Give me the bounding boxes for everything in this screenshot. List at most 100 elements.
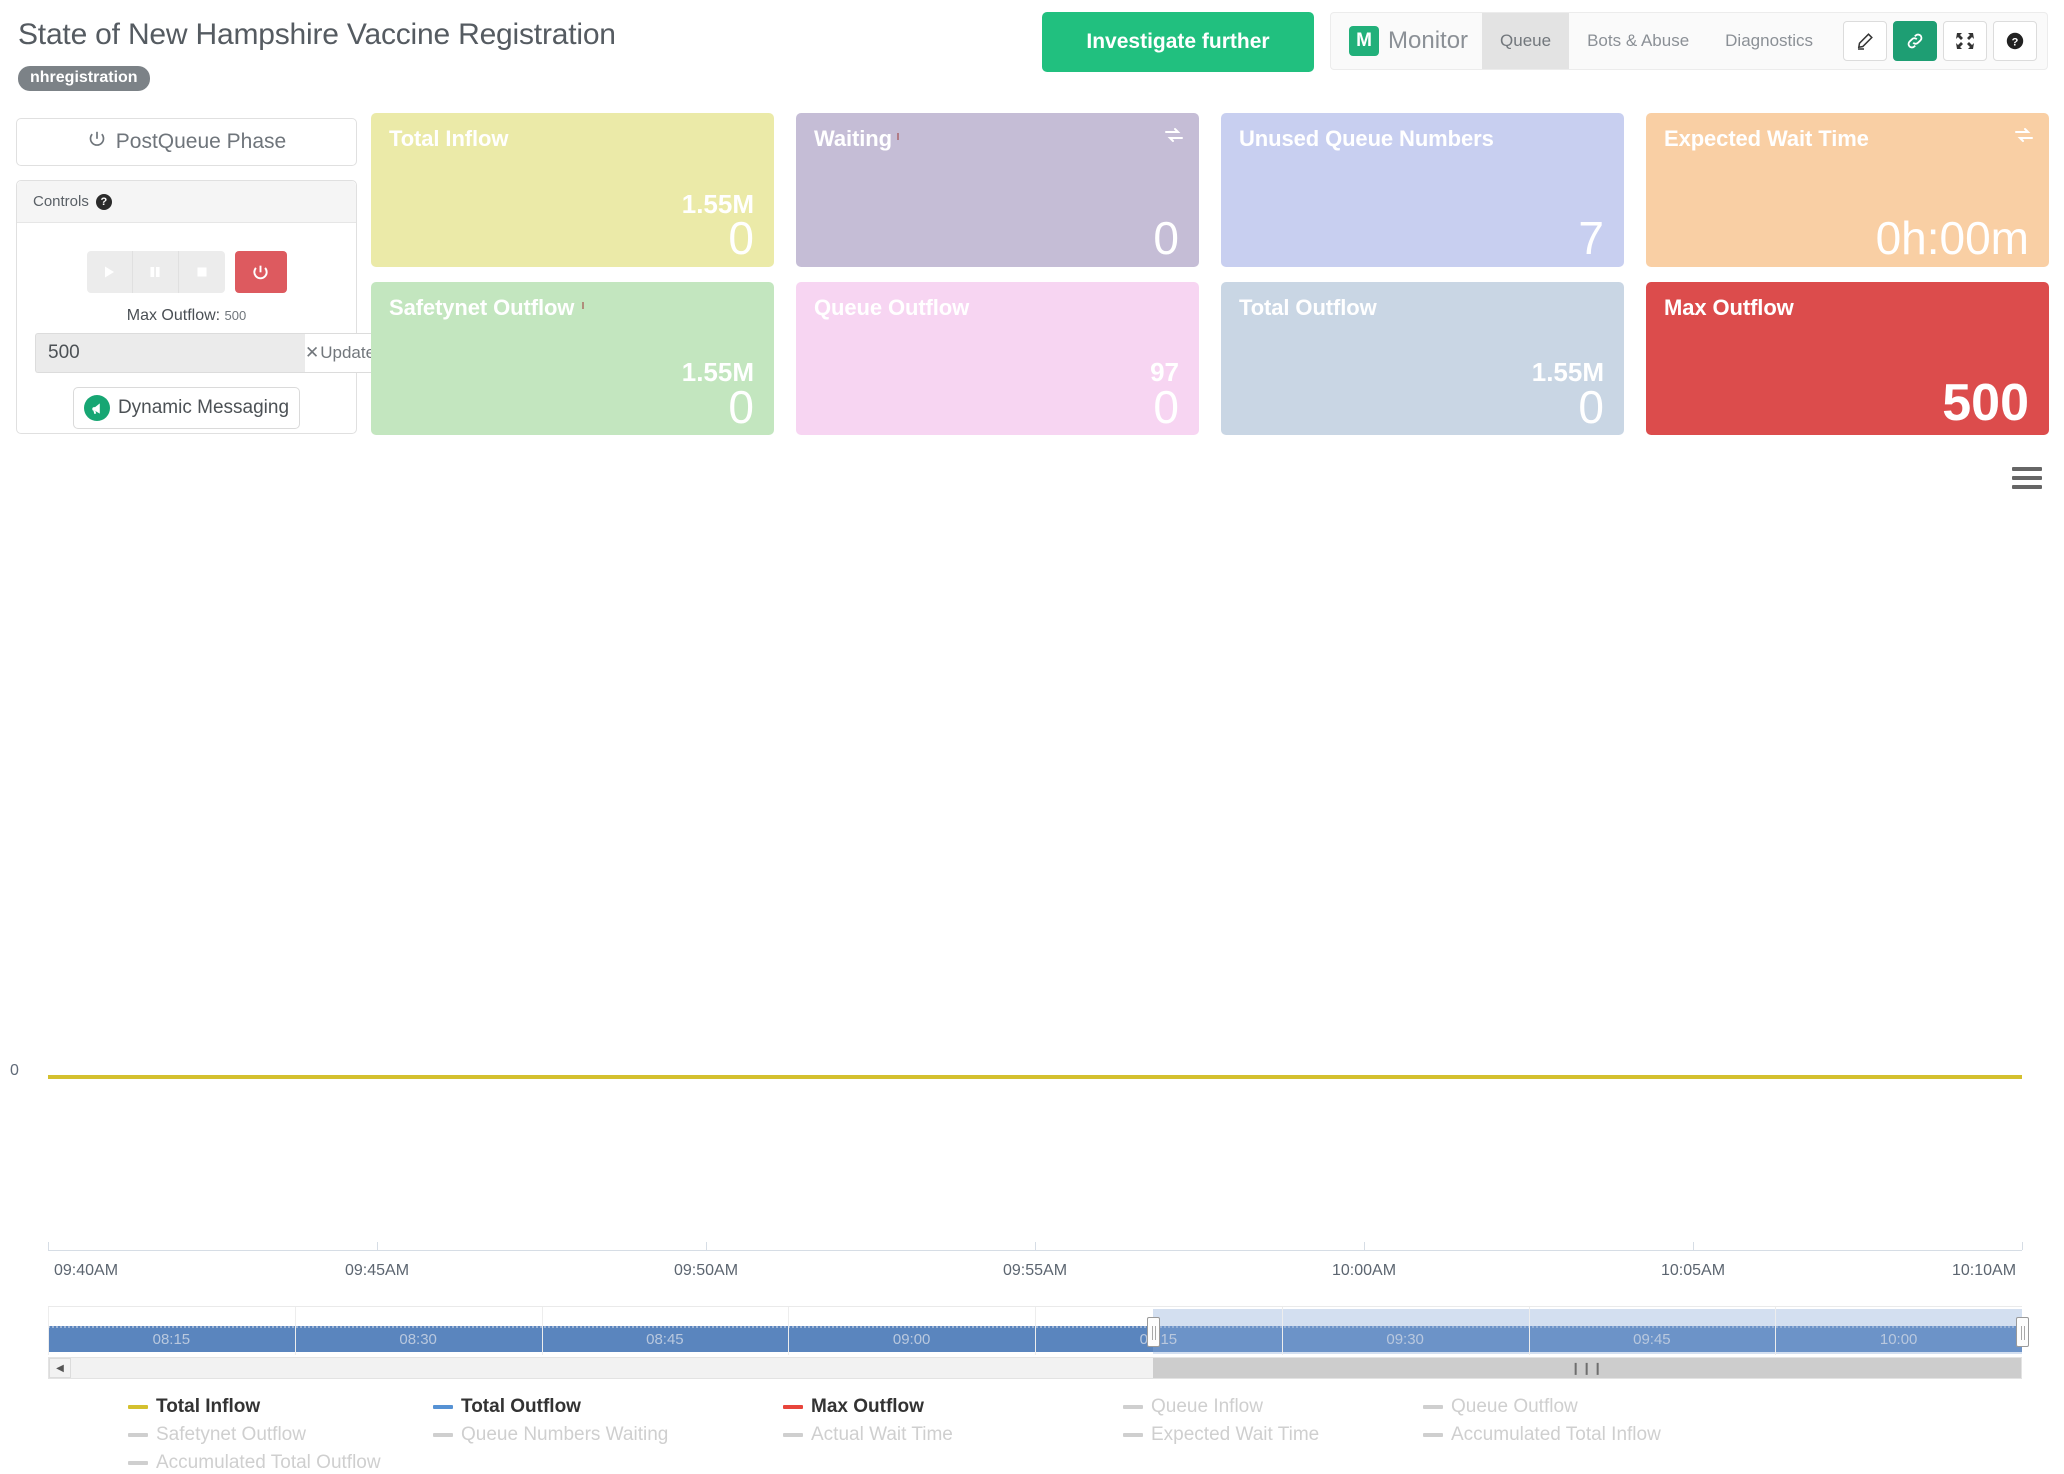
chart-menu-icon[interactable] (2012, 465, 2042, 491)
legend-label: Actual Wait Time (811, 1424, 953, 1445)
stat-tile-value: 0 (728, 212, 754, 265)
max-outflow-caption-value: 500 (224, 308, 247, 323)
legend-spacer (433, 1452, 783, 1474)
x-axis-tick (706, 1242, 707, 1250)
page-header: State of New Hampshire Vaccine Registrat… (0, 0, 2064, 108)
monitor-logo-icon: M (1349, 26, 1379, 56)
legend-label: Accumulated Total Inflow (1451, 1424, 1661, 1445)
stat-tile-title: Max Outflow (1664, 294, 1794, 320)
play-button[interactable] (86, 251, 133, 293)
x-axis-tick-label: 10:10AM (1951, 1262, 2017, 1279)
page-badge: nhregistration (18, 66, 150, 91)
legend-swatch (1423, 1433, 1443, 1437)
stat-tile-title: Queue Outflow (814, 294, 970, 320)
navigator-gridline (48, 1307, 49, 1355)
stat-tile-queue-outflow: Queue Outflow 97 0 (796, 281, 1199, 435)
power-button[interactable] (234, 251, 287, 293)
stat-tile-value: 0 (728, 380, 754, 433)
chart-navigator[interactable]: 08:1508:3008:4509:0009:1509:3009:4510:00 (48, 1306, 2029, 1355)
x-axis-tick-label: 10:00AM (1331, 1262, 1397, 1279)
navigator-time-label: 08:45 (646, 1331, 684, 1348)
refresh-icon[interactable] (2013, 125, 2035, 150)
link-icon[interactable] (1893, 21, 1937, 61)
stat-tile-title: Total Inflow (389, 126, 509, 151)
navigator-time-label: 09:45 (1633, 1331, 1671, 1348)
navigator-gridline (294, 1307, 296, 1355)
navigator-time-label: 10:00 (1879, 1331, 1918, 1348)
legend-swatch (783, 1405, 803, 1409)
chart-legend: Total Inflow Total Outflow Max Outflow Queu… (128, 1396, 1928, 1474)
dynamic-messaging-button[interactable]: Dynamic Messaging (73, 387, 300, 429)
investigate-further-button[interactable]: Investigate further (1042, 12, 1314, 72)
max-outflow-field-row: ✕ Update (35, 333, 377, 373)
edit-icon[interactable] (1843, 21, 1887, 61)
navigator-gridline (1528, 1307, 1530, 1355)
stop-button[interactable] (178, 251, 225, 293)
x-axis-tick-label: 09:40AM (53, 1262, 119, 1279)
legend-item-accumulated-total-inflow[interactable]: Accumulated Total Inflow (1423, 1424, 1693, 1446)
stat-tile-value: 0 (1153, 212, 1179, 265)
legend-item-accumulated-total-outflow[interactable]: Accumulated Total Outflow (128, 1452, 433, 1474)
stat-tile-title: Safetynet Outflow (389, 294, 575, 320)
controls-title: Controls (33, 193, 89, 210)
update-button[interactable]: ✕ Update (305, 333, 377, 373)
legend-item-safetynet-outflow[interactable]: Safetynet Outflow (128, 1424, 433, 1446)
pause-button[interactable] (132, 251, 179, 293)
legend-item-total-inflow[interactable]: Total Inflow (128, 1396, 433, 1418)
stat-tile-value: 0 (1153, 380, 1179, 433)
max-outflow-input[interactable] (35, 333, 305, 373)
tab-bots-and-abuse[interactable]: Bots & Abuse (1569, 13, 1707, 69)
x-axis-tick (1364, 1242, 1365, 1250)
tab-diagnostics[interactable]: Diagnostics (1707, 13, 1831, 69)
tab-queue[interactable]: Queue (1482, 13, 1570, 69)
legend-label: Expected Wait Time (1151, 1424, 1320, 1445)
x-axis: 09:40AM 09:45AM 09:50AM 09:55AM 10:00AM 10:05… (48, 1242, 2023, 1279)
navigator-handle-right[interactable] (2016, 1317, 2029, 1347)
legend-label: Max Outflow (811, 1396, 924, 1417)
legend-label: Queue Outflow (1451, 1396, 1578, 1417)
transport-button-group (86, 251, 225, 293)
y-axis-tick-label: 0 (10, 1062, 19, 1079)
legend-label: Total Outflow (461, 1396, 581, 1417)
stat-tile-total-outflow: Total Outflow 1.55M 0 (1221, 281, 1624, 435)
stat-tile-value: 7 (1578, 212, 1604, 265)
legend-item-total-outflow[interactable]: Total Outflow (433, 1396, 783, 1418)
legend-item-max-outflow[interactable]: Max Outflow (783, 1396, 1123, 1418)
legend-swatch (433, 1405, 453, 1409)
legend-label: Accumulated Total Outflow (156, 1452, 381, 1473)
stat-tile-expected-wait-time: Expected Wait Time 0h:00m (1646, 113, 2049, 267)
legend-swatch (128, 1433, 148, 1437)
stat-tile-safetynet-outflow: Safetynet Outflow 1.55M 0 (371, 281, 774, 435)
x-axis-tick (377, 1242, 378, 1250)
max-outflow-caption-label: Max Outflow: (126, 307, 221, 324)
controls-help-icon[interactable]: ? (95, 193, 112, 210)
stat-tile-title: Waiting (814, 126, 892, 151)
navigator-handle-left[interactable] (1147, 1317, 1161, 1347)
monitor-brand[interactable]: M Monitor (1331, 26, 1482, 56)
svg-text:?: ? (2012, 36, 2019, 48)
stat-tile-title: Unused Queue Numbers (1239, 126, 1494, 151)
refresh-icon[interactable] (1163, 125, 1185, 150)
legend-item-actual-wait-time[interactable]: Actual Wait Time (783, 1424, 1123, 1446)
transport-controls (17, 251, 356, 293)
scrollbar-left-arrow[interactable]: ◀ (49, 1358, 71, 1378)
stat-tile-value: 0h:00m (1875, 212, 2029, 265)
legend-item-queue-numbers-waiting[interactable]: Queue Numbers Waiting (433, 1424, 783, 1446)
legend-item-queue-inflow[interactable]: Queue Inflow (1123, 1396, 1423, 1418)
help-icon[interactable]: ? (1993, 21, 2037, 61)
scrollbar-thumb[interactable]: ❙❙❙ (1153, 1358, 2021, 1378)
power-glyph-icon (87, 129, 107, 155)
navigator-time-label: 08:15 (152, 1331, 191, 1348)
stat-tile-title: Total Outflow (1239, 294, 1377, 320)
chart-scrollbar[interactable]: ◀▶❙❙❙ (48, 1357, 2022, 1379)
controls-panel: Controls ? Max Outflow: 500 ✕ Upd (16, 180, 377, 434)
postqueue-phase-button[interactable]: PostQueue Phase (16, 118, 357, 166)
navigator-time-label: 08:30 (399, 1331, 437, 1348)
legend-item-expected-wait-time[interactable]: Expected Wait Time (1123, 1424, 1423, 1446)
stat-tile-value: 0 (1578, 380, 1604, 433)
navigator-time-label: 09:30 (1386, 1331, 1424, 1348)
legend-item-queue-outflow[interactable]: Queue Outflow (1423, 1396, 1693, 1418)
navigator-gridline (541, 1307, 543, 1355)
expand-icon[interactable] (1943, 21, 1987, 61)
stat-tile-max-outflow: Max Outflow 500 (1646, 281, 2049, 435)
